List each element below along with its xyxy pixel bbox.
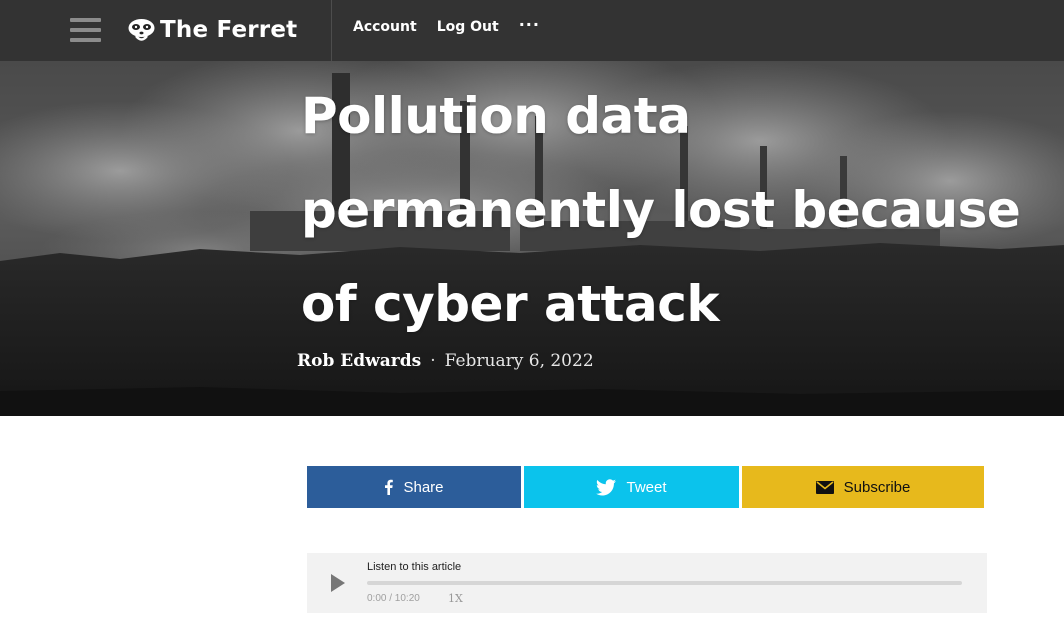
audio-player: Listen to this article 0:00 / 10:20 1X bbox=[307, 553, 987, 613]
twitter-tweet-button[interactable]: Tweet bbox=[524, 466, 739, 508]
byline-separator: · bbox=[430, 351, 436, 371]
nav-links: Account Log Out ··· bbox=[353, 15, 540, 36]
article-byline: Rob Edwards · February 6, 2022 bbox=[297, 351, 594, 371]
audio-progress-bar[interactable] bbox=[367, 581, 962, 585]
play-icon[interactable] bbox=[329, 573, 347, 593]
player-label: Listen to this article bbox=[367, 561, 462, 573]
article-headline: Pollution data permanently lost because … bbox=[301, 87, 1021, 333]
menu-icon[interactable] bbox=[70, 17, 101, 44]
facebook-share-button[interactable]: Share bbox=[307, 466, 521, 508]
subscribe-button[interactable]: Subscribe bbox=[742, 466, 984, 508]
share-buttons: Share Tweet Subscribe bbox=[307, 466, 984, 508]
nav-account-link[interactable]: Account bbox=[353, 19, 417, 35]
playback-speed-button[interactable]: 1X bbox=[448, 592, 463, 605]
more-options-icon[interactable]: ··· bbox=[519, 15, 540, 34]
hero-banner: Pollution data permanently lost because … bbox=[0, 61, 1064, 416]
site-name: The Ferret bbox=[160, 17, 298, 43]
player-time: 0:00 / 10:20 bbox=[367, 593, 420, 604]
facebook-icon bbox=[385, 479, 394, 495]
twitter-icon bbox=[596, 478, 617, 495]
tweet-label: Tweet bbox=[626, 478, 667, 496]
subscribe-label: Subscribe bbox=[843, 478, 911, 496]
ferret-logo-icon bbox=[128, 19, 155, 41]
nav-divider bbox=[331, 0, 332, 61]
nav-logout-link[interactable]: Log Out bbox=[437, 19, 499, 35]
site-logo-link[interactable]: The Ferret bbox=[127, 12, 297, 48]
author-link[interactable]: Rob Edwards bbox=[297, 351, 421, 371]
publish-date: February 6, 2022 bbox=[444, 351, 594, 371]
share-label: Share bbox=[403, 478, 444, 496]
envelope-icon bbox=[815, 480, 834, 494]
top-navbar: The Ferret Account Log Out ··· bbox=[0, 0, 1064, 61]
